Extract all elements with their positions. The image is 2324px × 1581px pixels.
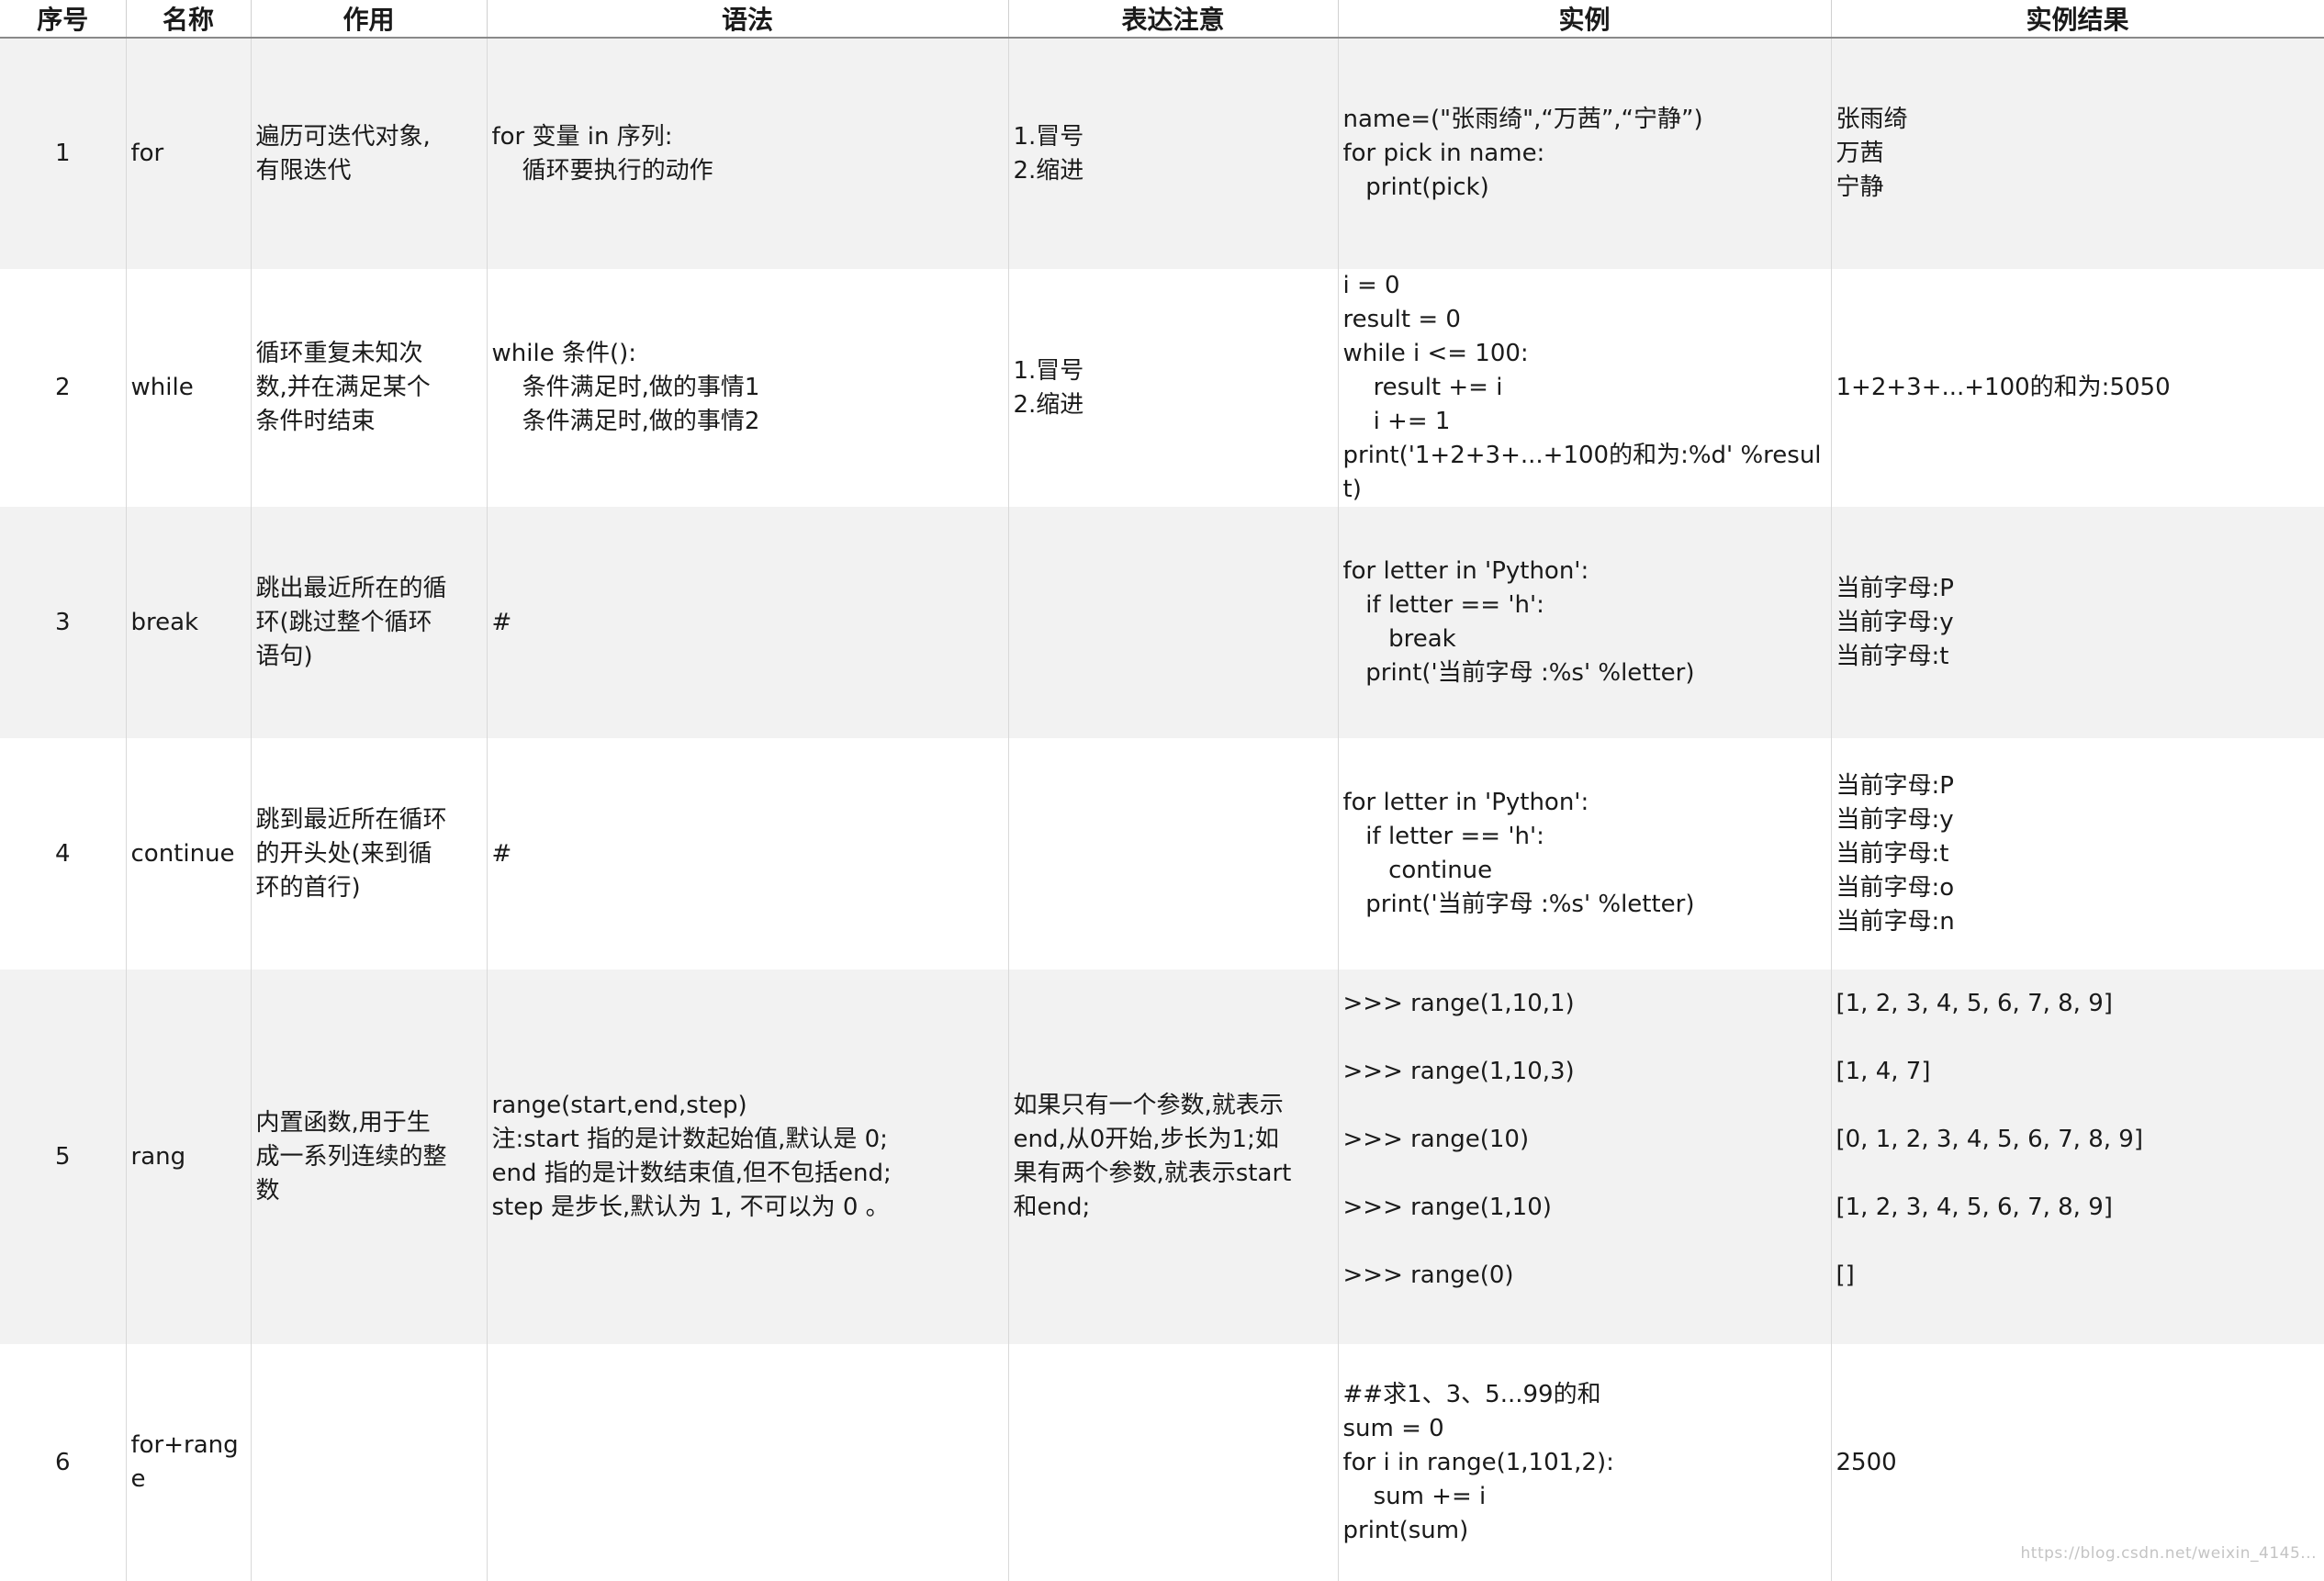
table-row: 3 break 跳出最近所在的循 环(跳过整个循环 语句) # for lett… [0,507,2324,738]
header-row: 序号 名称 作用 语法 表达注意 实例 实例结果 [0,0,2324,39]
cell-name: break [126,507,252,738]
header-purpose: 作用 [251,0,488,39]
cell-name: while [126,269,252,507]
cell-purpose: 循环重复未知次 数,并在满足某个 条件时结束 [251,269,488,507]
cell-notes: 1.冒号 2.缩进 [1008,269,1339,507]
cell-index: 5 [0,970,127,1344]
watermark: https://blog.csdn.net/weixin_4145... [2020,1544,2317,1563]
cell-result: 张雨绮 万茜 宁静 [1831,38,2324,269]
cell-index: 4 [0,738,127,970]
table-row: 1 for 遍历可迭代对象, 有限迭代 for 变量 in 序列: 循环要执行的… [0,38,2324,269]
table-row: 4 continue 跳到最近所在循环 的开头处(来到循 环的首行) # for… [0,738,2324,970]
cell-example: ##求1、3、5...99的和 sum = 0 for i in range(1… [1338,1344,1832,1581]
cell-result: 当前字母:P 当前字母:y 当前字母:t [1831,507,2324,738]
header-result: 实例结果 [1831,0,2324,39]
cell-purpose: 遍历可迭代对象, 有限迭代 [251,38,488,269]
cell-syntax [487,1344,1009,1581]
cell-syntax: while 条件(): 条件满足时,做的事情1 条件满足时,做的事情2 [487,269,1009,507]
cell-example: i = 0 result = 0 while i <= 100: result … [1338,269,1832,507]
header-example: 实例 [1338,0,1832,39]
table-row: 5 rang 内置函数,用于生 成一系列连续的整 数 range(start,e… [0,970,2324,1344]
header-index: 序号 [0,0,127,39]
cell-result: 1+2+3+...+100的和为:5050 [1831,269,2324,507]
cell-result: [1, 2, 3, 4, 5, 6, 7, 8, 9] [1, 4, 7] [0… [1831,970,2324,1344]
cell-syntax: # [487,738,1009,970]
table-row: 2 while 循环重复未知次 数,并在满足某个 条件时结束 while 条件(… [0,269,2324,507]
python-loop-table: 序号 名称 作用 语法 表达注意 实例 实例结果 1 for 遍历可迭代对象, … [0,0,2324,1581]
cell-index: 2 [0,269,127,507]
cell-index: 1 [0,38,127,269]
cell-result: 当前字母:P 当前字母:y 当前字母:t 当前字母:o 当前字母:n [1831,738,2324,970]
cell-index: 6 [0,1344,127,1581]
header-syntax: 语法 [487,0,1009,39]
cell-syntax: # [487,507,1009,738]
cell-syntax: for 变量 in 序列: 循环要执行的动作 [487,38,1009,269]
cell-name: rang [126,970,252,1344]
cell-notes: 如果只有一个参数,就表示 end,从0开始,步长为1;如 果有两个参数,就表示s… [1008,970,1339,1344]
cell-index: 3 [0,507,127,738]
cell-name: for+range [126,1344,252,1581]
table-row: 6 for+range ##求1、3、5...99的和 sum = 0 for … [0,1344,2324,1581]
header-notes: 表达注意 [1008,0,1339,39]
cell-example: >>> range(1,10,1) >>> range(1,10,3) >>> … [1338,970,1832,1344]
cell-notes: 1.冒号 2.缩进 [1008,38,1339,269]
cell-notes [1008,738,1339,970]
cell-purpose: 内置函数,用于生 成一系列连续的整 数 [251,970,488,1344]
cell-name: continue [126,738,252,970]
cell-syntax: range(start,end,step) 注:start 指的是计数起始值,默… [487,970,1009,1344]
cell-purpose: 跳出最近所在的循 环(跳过整个循环 语句) [251,507,488,738]
cell-example: for letter in 'Python': if letter == 'h'… [1338,738,1832,970]
cell-example: for letter in 'Python': if letter == 'h'… [1338,507,1832,738]
cell-notes [1008,507,1339,738]
cell-purpose [251,1344,488,1581]
header-name: 名称 [126,0,252,39]
cell-purpose: 跳到最近所在循环 的开头处(来到循 环的首行) [251,738,488,970]
cell-name: for [126,38,252,269]
cell-example: name=("张雨绮",“万茜”,“宁静”) for pick in name:… [1338,38,1832,269]
cell-notes [1008,1344,1339,1581]
